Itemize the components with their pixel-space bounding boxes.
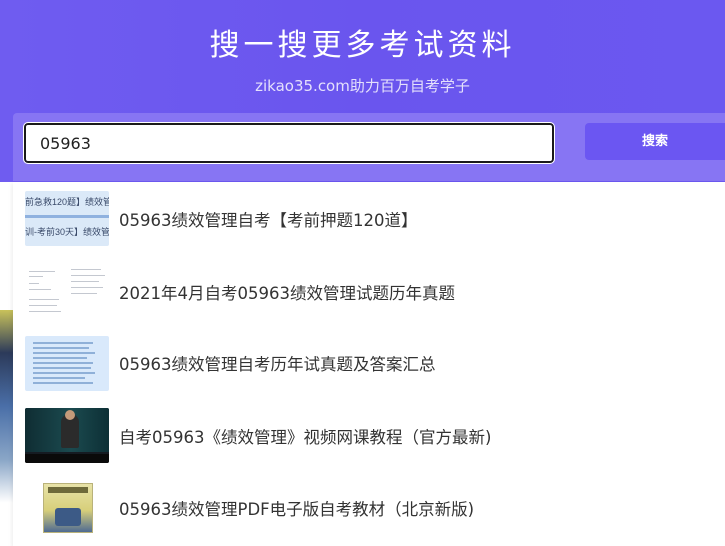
answer-sheet-thumbnail [25,336,109,391]
suggestion-label: 05963绩效管理自考历年试真题及答案汇总 [119,355,436,374]
video-thumbnail [25,408,109,463]
search-button[interactable]: 搜索 [585,123,725,160]
thumb-text: 前急救120题】绩效管 [25,197,109,207]
suggestion-item[interactable]: 2021年4月自考05963绩效管理试题历年真题 [13,254,725,326]
thumb-text: 训-考前30天】绩效管理 [25,227,109,237]
page-title: 搜一搜更多考试资料 [209,28,516,63]
suggestion-dropdown: 前急救120题】绩效管 训-考前30天】绩效管理 05963绩效管理自考【考前押… [13,182,725,546]
search-input[interactable] [23,122,555,164]
doc-thumbnail: 前急救120题】绩效管 训-考前30天】绩效管理 [25,191,109,246]
suggestion-label: 05963绩效管理PDF电子版自考教材（北京新版) [119,500,475,519]
suggestion-item[interactable]: 前急救120题】绩效管 训-考前30天】绩效管理 05963绩效管理自考【考前押… [13,182,725,254]
suggestion-item[interactable]: 05963绩效管理自考历年试真题及答案汇总 [13,326,725,398]
suggestion-label: 自考05963《绩效管理》视频网课教程（官方最新) [119,428,492,447]
suggestion-item[interactable]: 自考05963《绩效管理》视频网课教程（官方最新) [13,398,725,470]
page-subtitle: zikao35.com助力百万自考学子 [255,77,470,95]
suggestion-item[interactable]: 05963绩效管理PDF电子版自考教材（北京新版) [13,470,725,542]
background-image-fragment [0,310,13,524]
suggestion-label: 2021年4月自考05963绩效管理试题历年真题 [119,284,455,303]
exam-paper-thumbnail [25,265,109,320]
textbook-thumbnail [25,480,109,535]
suggestion-label: 05963绩效管理自考【考前押题120道】 [119,211,418,230]
